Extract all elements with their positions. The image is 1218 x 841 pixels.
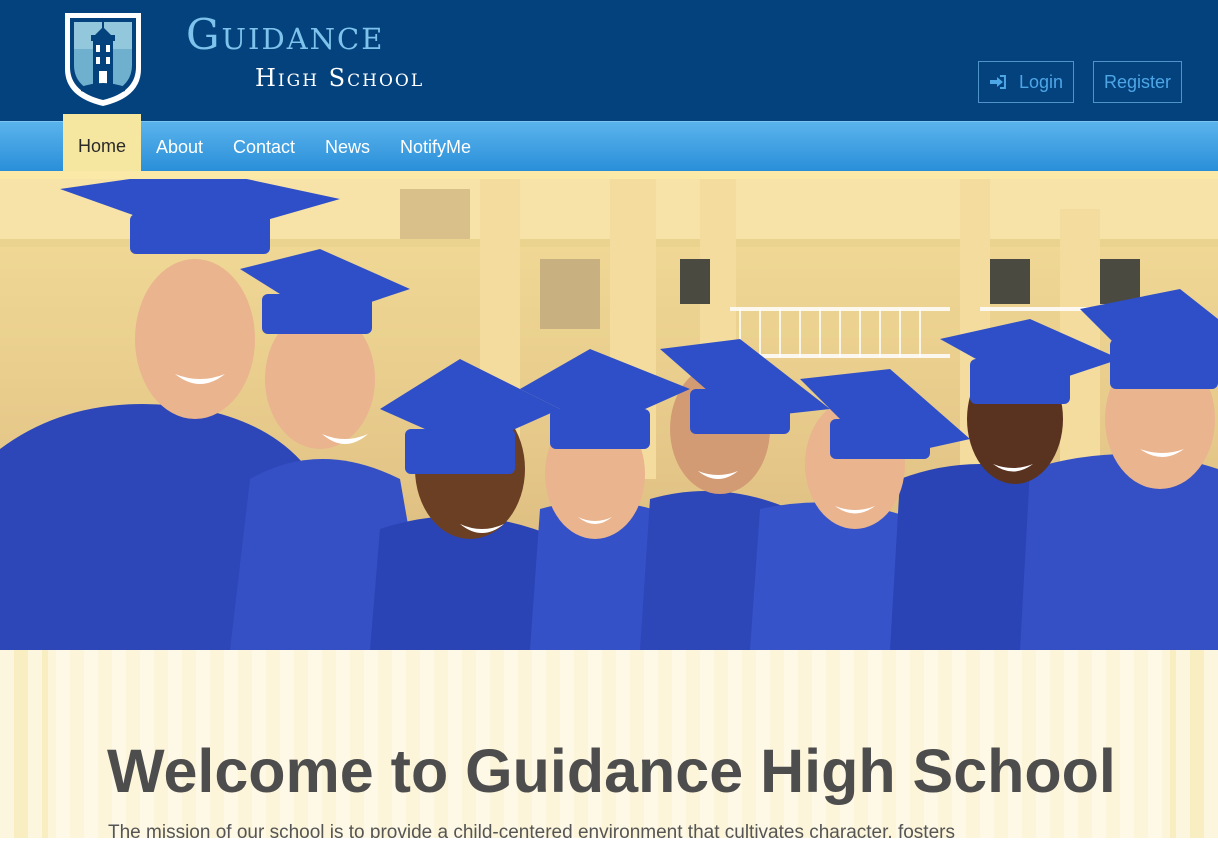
brand-subtitle: High School	[255, 64, 425, 92]
main-nav: Home About Contact News NotifyMe	[0, 114, 1218, 172]
hero-image	[0, 179, 1218, 650]
nav-item-news[interactable]: News	[310, 122, 385, 172]
site-header: Guidance High School Login Register	[0, 0, 1218, 121]
nav-item-about[interactable]: About	[141, 122, 218, 172]
school-crest-logo[interactable]	[61, 9, 145, 108]
welcome-heading: Welcome to Guidance High School	[107, 737, 1116, 805]
login-button[interactable]: Login	[978, 61, 1074, 103]
nav-accent-strip	[0, 171, 1218, 179]
graduates-illustration	[0, 179, 1218, 650]
sign-in-icon	[989, 75, 1006, 89]
nav-item-contact[interactable]: Contact	[218, 122, 310, 172]
register-button[interactable]: Register	[1093, 61, 1182, 103]
register-label: Register	[1104, 72, 1172, 92]
nav-item-home[interactable]: Home	[63, 114, 142, 172]
nav-item-notifyme[interactable]: NotifyMe	[385, 122, 486, 172]
login-label: Login	[1018, 72, 1063, 92]
brand-title: Guidance	[186, 10, 385, 59]
